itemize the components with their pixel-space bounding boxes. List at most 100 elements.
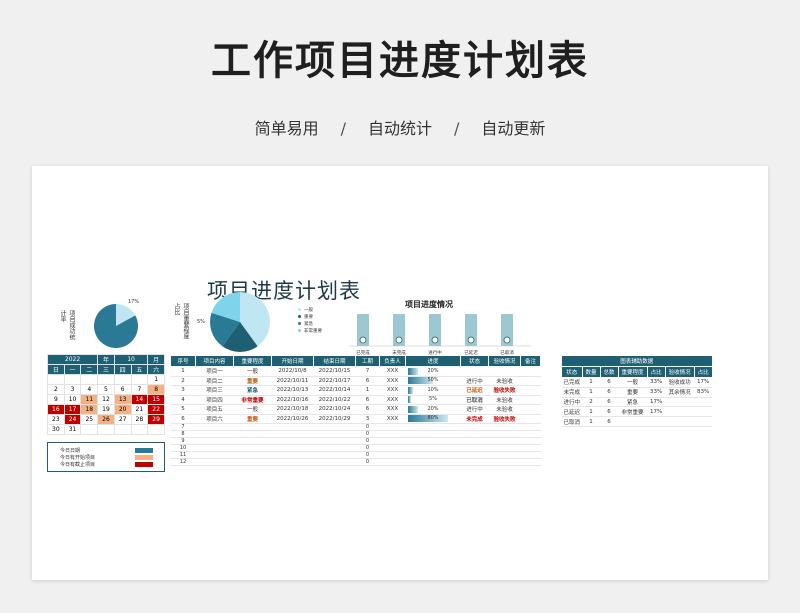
cell-empty[interactable] bbox=[379, 451, 406, 459]
cell-empty[interactable] bbox=[195, 458, 234, 466]
cell-name[interactable]: 项目五 bbox=[195, 404, 234, 415]
cal-day[interactable] bbox=[80, 424, 99, 435]
cell-empty[interactable] bbox=[520, 458, 541, 466]
cell-owner[interactable]: XXX bbox=[379, 404, 406, 415]
cell-empty[interactable] bbox=[271, 437, 314, 445]
cell-end[interactable]: 2022/10/24 bbox=[313, 404, 356, 415]
col-header-0[interactable]: 序号 bbox=[170, 355, 196, 367]
cal-day[interactable]: 25 bbox=[80, 414, 99, 425]
table-row-empty[interactable]: 12 0 bbox=[170, 458, 541, 466]
cell-empty[interactable] bbox=[488, 451, 521, 459]
cell-empty[interactable] bbox=[405, 423, 461, 431]
cell-name[interactable]: 项目一 bbox=[195, 366, 234, 377]
table-row[interactable]: 1 项目一 一般 2022/10/8 2022/10/15 7 XXX 20% bbox=[170, 366, 541, 377]
cal-day[interactable] bbox=[97, 424, 115, 435]
cell-empty[interactable] bbox=[488, 444, 521, 452]
cell-empty[interactable] bbox=[520, 430, 541, 438]
cal-day[interactable]: 2 bbox=[47, 384, 65, 395]
cell-empty[interactable] bbox=[233, 444, 272, 452]
cal-day[interactable] bbox=[63, 374, 82, 385]
cell-empty[interactable] bbox=[195, 437, 234, 445]
cell-owner[interactable]: XXX bbox=[379, 414, 406, 424]
cell-status[interactable]: 进行中 bbox=[460, 376, 489, 386]
cell-owner[interactable]: XXX bbox=[379, 385, 406, 396]
cell-empty[interactable] bbox=[488, 430, 521, 438]
cal-day[interactable]: 30 bbox=[47, 424, 65, 435]
cal-day[interactable]: 9 bbox=[47, 394, 65, 405]
cal-day[interactable] bbox=[97, 374, 115, 385]
cell-empty[interactable] bbox=[520, 451, 541, 459]
cell-empty[interactable] bbox=[233, 437, 272, 445]
cell-note[interactable] bbox=[520, 366, 541, 377]
col-header-1[interactable]: 项目内容 bbox=[195, 355, 234, 367]
col-header-4[interactable]: 结束日期 bbox=[313, 355, 356, 367]
cell-end[interactable]: 2022/10/15 bbox=[313, 366, 356, 377]
cell-empty[interactable] bbox=[405, 451, 461, 459]
cell-empty[interactable] bbox=[271, 451, 314, 459]
table-row-empty[interactable]: 80 bbox=[170, 430, 541, 438]
cell-no[interactable]: 10 bbox=[170, 444, 196, 452]
cell-name[interactable]: 项目四 bbox=[195, 395, 234, 405]
col-header-2[interactable]: 重要程度 bbox=[233, 355, 272, 367]
cal-day[interactable]: 4 bbox=[80, 384, 99, 395]
cell-empty[interactable] bbox=[379, 430, 406, 438]
cell-status[interactable]: 未完成 bbox=[460, 414, 489, 424]
cal-day[interactable]: 22 bbox=[147, 404, 165, 415]
cal-day[interactable]: 1 bbox=[147, 374, 165, 385]
cell-no[interactable]: 11 bbox=[170, 451, 196, 459]
cell-empty[interactable] bbox=[379, 423, 406, 431]
cell-empty[interactable] bbox=[195, 423, 234, 431]
cell-check[interactable]: 未验收 bbox=[488, 404, 521, 415]
cell-empty[interactable] bbox=[233, 451, 272, 459]
cal-day[interactable]: 5 bbox=[97, 384, 115, 395]
cal-day[interactable]: 15 bbox=[147, 394, 165, 405]
cal-day[interactable]: 24 bbox=[63, 414, 82, 425]
cal-day[interactable]: 10 bbox=[63, 394, 82, 405]
cell-empty[interactable] bbox=[379, 458, 406, 466]
cell-name[interactable]: 项目二 bbox=[195, 376, 234, 386]
cell-days[interactable]: 0 bbox=[355, 451, 380, 459]
cell-check[interactable]: 未验收 bbox=[488, 395, 521, 405]
cal-day[interactable]: 16 bbox=[47, 404, 65, 415]
cell-start[interactable]: 2022/10/11 bbox=[271, 376, 314, 386]
table-row[interactable]: 4 项目四 非常重要 2022/10/16 2022/10/22 6 XXX 5% 已取消 未验收 bbox=[170, 395, 541, 405]
cell-importance[interactable]: 一般 bbox=[233, 366, 272, 377]
table-row-empty[interactable]: 10 0 bbox=[170, 444, 541, 452]
col-header-6[interactable]: 负责人 bbox=[379, 355, 406, 367]
cell-days[interactable]: 0 bbox=[355, 458, 380, 466]
cal-day[interactable]: 19 bbox=[97, 404, 115, 415]
cell-empty[interactable] bbox=[233, 458, 272, 466]
cell-status[interactable]: 已延迟 bbox=[460, 385, 489, 396]
cell-empty[interactable] bbox=[460, 430, 489, 438]
cell-days[interactable]: 0 bbox=[355, 437, 380, 445]
cal-day[interactable]: 7 bbox=[130, 384, 149, 395]
cell-empty[interactable] bbox=[233, 423, 272, 431]
cell-empty[interactable] bbox=[520, 423, 541, 431]
cal-day[interactable]: 17 bbox=[63, 404, 82, 415]
cell-owner[interactable]: XXX bbox=[379, 366, 406, 377]
cell-end[interactable]: 2022/10/22 bbox=[313, 395, 356, 405]
cell-empty[interactable] bbox=[460, 458, 489, 466]
cell-name[interactable]: 项目六 bbox=[195, 414, 234, 424]
cell-status[interactable]: 已取消 bbox=[460, 395, 489, 405]
cell-empty[interactable] bbox=[405, 444, 461, 452]
cal-day[interactable]: 8 bbox=[147, 384, 165, 395]
cell-end[interactable]: 2022/10/29 bbox=[313, 414, 356, 424]
cell-empty[interactable] bbox=[379, 444, 406, 452]
cell-importance[interactable]: 重要 bbox=[233, 376, 272, 386]
cal-day[interactable] bbox=[130, 374, 149, 385]
cal-day[interactable]: 31 bbox=[63, 424, 82, 435]
cal-day[interactable]: 11 bbox=[80, 394, 99, 405]
cal-day[interactable] bbox=[147, 424, 165, 435]
cell-empty[interactable] bbox=[313, 458, 356, 466]
table-row[interactable]: 5 项目五 一般 2022/10/18 2022/10/24 6 XXX 20% 进行中 未验收 bbox=[170, 404, 541, 415]
cell-empty[interactable] bbox=[460, 444, 489, 452]
table-row[interactable]: 6 项目六 重要 2022/10/26 2022/10/29 3 XXX 80% 未完成 验收失败 bbox=[170, 414, 541, 424]
cell-no[interactable]: 12 bbox=[170, 458, 196, 466]
cell-empty[interactable] bbox=[405, 458, 461, 466]
cell-owner[interactable]: XXX bbox=[379, 376, 406, 386]
cell-empty[interactable] bbox=[488, 437, 521, 445]
cal-day[interactable]: 13 bbox=[113, 394, 132, 405]
cal-day[interactable]: 21 bbox=[130, 404, 149, 415]
cal-day[interactable] bbox=[130, 424, 149, 435]
